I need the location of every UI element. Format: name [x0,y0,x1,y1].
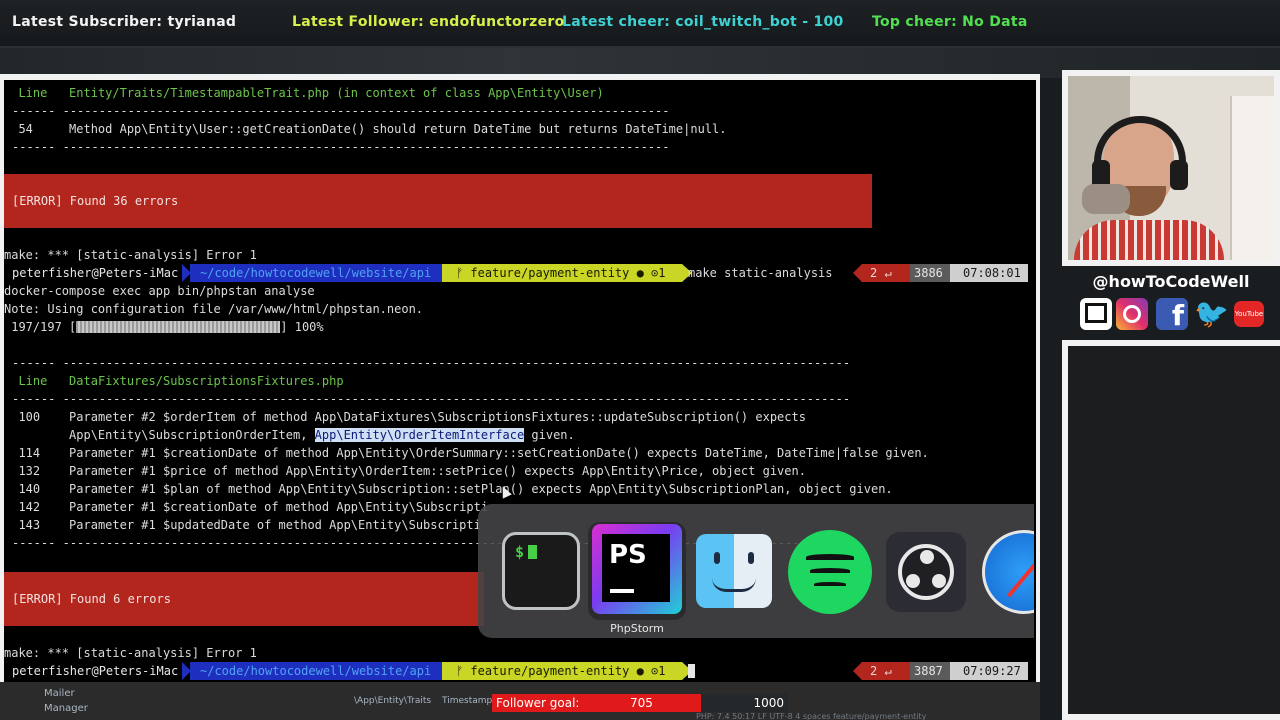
make-error-line: make: *** [static-analysis] Error 1 [4,646,257,660]
twitch-icon [1080,298,1112,330]
row-message: Method App\Entity\User::getCreationDate(… [69,122,727,136]
selected-app-label: PhpStorm [610,622,664,635]
progress-count: 197/197 [11,320,62,334]
powerline-arrow [182,662,191,680]
prompt-time: 07:09:27 [950,662,1028,680]
text-cursor[interactable] [688,664,695,678]
block2-rule-mid: ------ ---------------------------------… [12,392,851,406]
prompt-exit-status: 2 ↵ [862,662,910,680]
block1-header: Line Entity/Traits/TimestampableTrait.ph… [4,84,604,102]
prompt-exit-status: 2 ↵ [862,264,910,282]
safari-icon[interactable] [982,530,1034,614]
table-row: App\Entity\SubscriptionOrderItem, App\En… [69,428,575,442]
row-line-number: 54 [18,122,33,136]
table-row: 54 Method App\Entity\User::getCreationDa… [4,120,726,138]
prompt-history-number: 3886 [910,264,950,282]
follower-goal-bar: Follower goal: 705 1000 [492,694,788,712]
error-banner: [ERROR] Found 6 errors [4,572,484,626]
instagram-icon [1116,298,1148,330]
block1-rule-bottom: ------ ---------------------------------… [12,140,670,154]
table-row: 140 Parameter #1 $plan of method App\Ent… [18,482,893,496]
block1-rule: ------ ---------------------------------… [12,104,670,118]
prompt-user: peterfisher@Peters-iMac [4,264,190,282]
prompt-time: 07:08:01 [950,264,1028,282]
block2-header-col: Line [18,374,48,388]
chat-panel [1062,340,1280,720]
prompt-git-branch: ᚠ feature/payment-entity ● ⊙1 [442,662,682,680]
spotify-icon[interactable] [788,530,872,614]
prompt-user: peterfisher@Peters-iMac [4,662,190,680]
progress-percent: 100% [294,320,324,334]
twitter-icon: 🐦 [1194,297,1229,330]
obs-icon[interactable] [886,532,966,612]
top-cheer: Top cheer: No Data [872,14,1028,30]
block1-header-col: Line [18,86,48,100]
facebook-icon: f [1156,298,1188,332]
note-line: Note: Using configuration file /var/www/… [4,302,424,316]
stream-info-bar: Latest Subscriber: tyrianad Latest Follo… [0,0,1280,48]
table-row: 142 Parameter #1 $creationDate of method… [18,500,489,514]
make-error-line: make: *** [static-analysis] Error 1 [4,248,257,262]
webcam-feed [1062,70,1280,266]
powerline-arrow [853,264,862,282]
shell-prompt: peterfisher@Peters-iMac ~/code/howtocode… [4,264,1036,282]
finder-icon[interactable] [696,534,772,608]
goal-label: Follower goal: [496,696,580,710]
typed-command: make static-analysis [688,266,833,280]
goal-current: 705 [630,696,653,710]
block2-header-file: DataFixtures/SubscriptionsFixtures.php [69,374,344,388]
prompt-history-number: 3887 [910,662,950,680]
terminal-icon[interactable]: $ [502,532,580,610]
latest-subscriber: Latest Subscriber: tyrianad [12,14,237,30]
youtube-icon: YouTube [1234,301,1264,327]
table-row: 132 Parameter #1 $price of method App\En… [18,464,806,478]
block2-header: Line DataFixtures/SubscriptionsFixtures.… [4,372,344,390]
progress-bar [76,321,281,333]
prompt-path: ~/code/howtocodewell/website/api [190,662,442,680]
phpstorm-icon[interactable]: PS [592,524,682,614]
error-banner: [ERROR] Found 36 errors [4,174,872,228]
channel-handle: @howToCodeWell [1092,272,1250,291]
powerline-arrow [853,662,862,680]
selected-text[interactable]: App\Entity\OrderItemInterface [314,428,525,442]
goal-target: 1000 [753,696,784,710]
block2-rule: ------ ---------------------------------… [12,356,851,370]
status-info: PHP: 7.4 50:17 LF UTF-8 4 spaces feature… [696,712,927,720]
progress-line: 197/197 [] 100% [11,320,324,334]
tree-item[interactable]: Manager [44,703,88,714]
exec-line: docker-compose exec app bin/phpstan anal… [4,284,315,298]
powerline-arrow [182,264,191,282]
block1-header-file: Entity/Traits/TimestampableTrait.php (in… [69,86,604,100]
prompt-git-branch: ᚠ feature/payment-entity ● ⊙1 [442,264,682,282]
table-row: 114 Parameter #1 $creationDate of method… [18,446,929,460]
latest-cheer: Latest cheer: coil_twitch_bot - 100 [562,14,844,30]
microphone-icon [1082,184,1130,214]
breadcrumb[interactable]: \App\Entity\Traits [354,696,431,706]
shell-prompt[interactable]: peterfisher@Peters-iMac ~/code/howtocode… [4,662,1036,680]
table-row: 100 Parameter #2 $orderItem of method Ap… [18,410,806,424]
table-row: 143 Parameter #1 $updatedDate of method … [18,518,481,532]
latest-follower: Latest Follower: endofunctorzero [292,14,565,30]
prompt-path: ~/code/howtocodewell/website/api [190,264,442,282]
tree-item[interactable]: Mailer [44,688,75,699]
app-switcher[interactable]: $ PS PhpStorm [478,504,1034,638]
breadcrumb[interactable]: Timestamp [442,696,492,706]
